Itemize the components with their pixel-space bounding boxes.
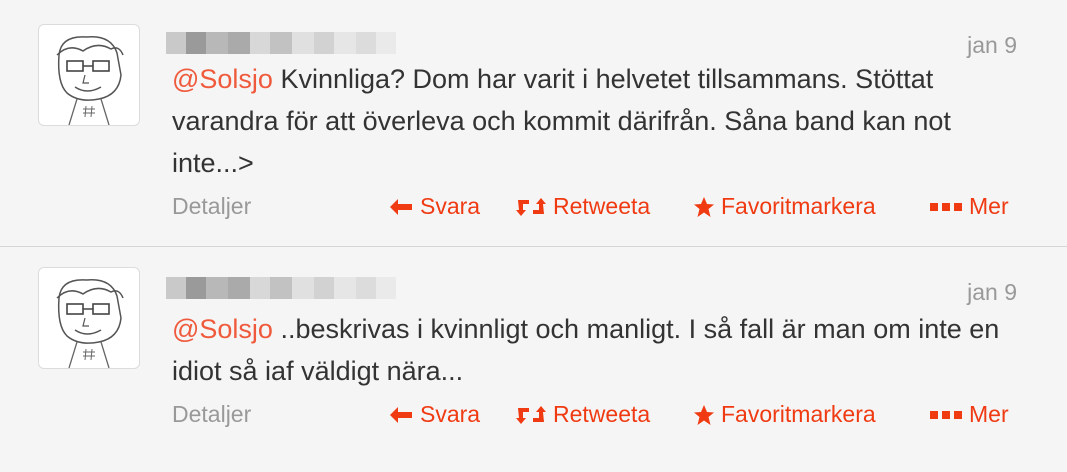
tweet-actions: Detaljer Svara Retweeta Favoritmarkera M…: [172, 193, 1022, 227]
more-dots-icon: [930, 202, 962, 211]
mention-link[interactable]: @Solsjo: [172, 64, 273, 94]
tweet-text: @Solsjo ..beskrivas i kvinnligt och manl…: [172, 308, 1012, 392]
reply-button[interactable]: Svara: [388, 401, 480, 428]
tweet-date[interactable]: jan 9: [967, 32, 1017, 59]
avatar[interactable]: [38, 267, 140, 369]
avatar[interactable]: [38, 24, 140, 126]
tweet-text: @Solsjo Kvinnliga? Dom har varit i helve…: [172, 58, 1012, 184]
favorite-label: Favoritmarkera: [721, 193, 876, 219]
favorite-button[interactable]: Favoritmarkera: [693, 401, 876, 428]
retweet-label: Retweeta: [553, 401, 651, 427]
tweet-feed: jan 9 @Solsjo Kvinnliga? Dom har varit i…: [0, 0, 1067, 455]
tweet-item: jan 9 @Solsjo ..beskrivas i kvinnligt oc…: [0, 247, 1067, 472]
retweet-icon: [516, 197, 546, 216]
reply-button[interactable]: Svara: [388, 193, 480, 220]
blurred-username[interactable]: [166, 277, 396, 299]
details-link[interactable]: Detaljer: [172, 193, 251, 220]
reply-label: Svara: [420, 193, 481, 219]
reply-arrow-icon: [390, 198, 412, 215]
mention-link[interactable]: @Solsjo: [172, 314, 273, 344]
tweet-actions: Detaljer Svara Retweeta Favoritmarkera M…: [172, 401, 1022, 435]
avatar-sketch-icon: [56, 279, 124, 368]
blurred-username[interactable]: [166, 32, 396, 54]
more-label: Mer: [969, 401, 1009, 427]
retweet-label: Retweeta: [553, 193, 651, 219]
tweet-item: jan 9 @Solsjo Kvinnliga? Dom har varit i…: [0, 0, 1067, 225]
more-dots-icon: [930, 410, 962, 419]
star-icon: [694, 196, 714, 217]
details-link[interactable]: Detaljer: [172, 401, 251, 428]
favorite-button[interactable]: Favoritmarkera: [693, 193, 876, 220]
tweet-body: Kvinnliga? Dom har varit i helvetet till…: [172, 64, 951, 178]
more-button[interactable]: Mer: [929, 401, 1009, 428]
tweet-body: ..beskrivas i kvinnligt och manligt. I s…: [172, 314, 1000, 386]
more-label: Mer: [969, 193, 1009, 219]
retweet-button[interactable]: Retweeta: [515, 193, 650, 220]
tweet-date[interactable]: jan 9: [967, 279, 1017, 306]
star-icon: [694, 404, 714, 425]
more-button[interactable]: Mer: [929, 193, 1009, 220]
reply-arrow-icon: [390, 406, 412, 423]
favorite-label: Favoritmarkera: [721, 401, 876, 427]
reply-label: Svara: [420, 401, 481, 427]
retweet-button[interactable]: Retweeta: [515, 401, 650, 428]
avatar-sketch-icon: [56, 36, 124, 125]
retweet-icon: [516, 405, 546, 424]
